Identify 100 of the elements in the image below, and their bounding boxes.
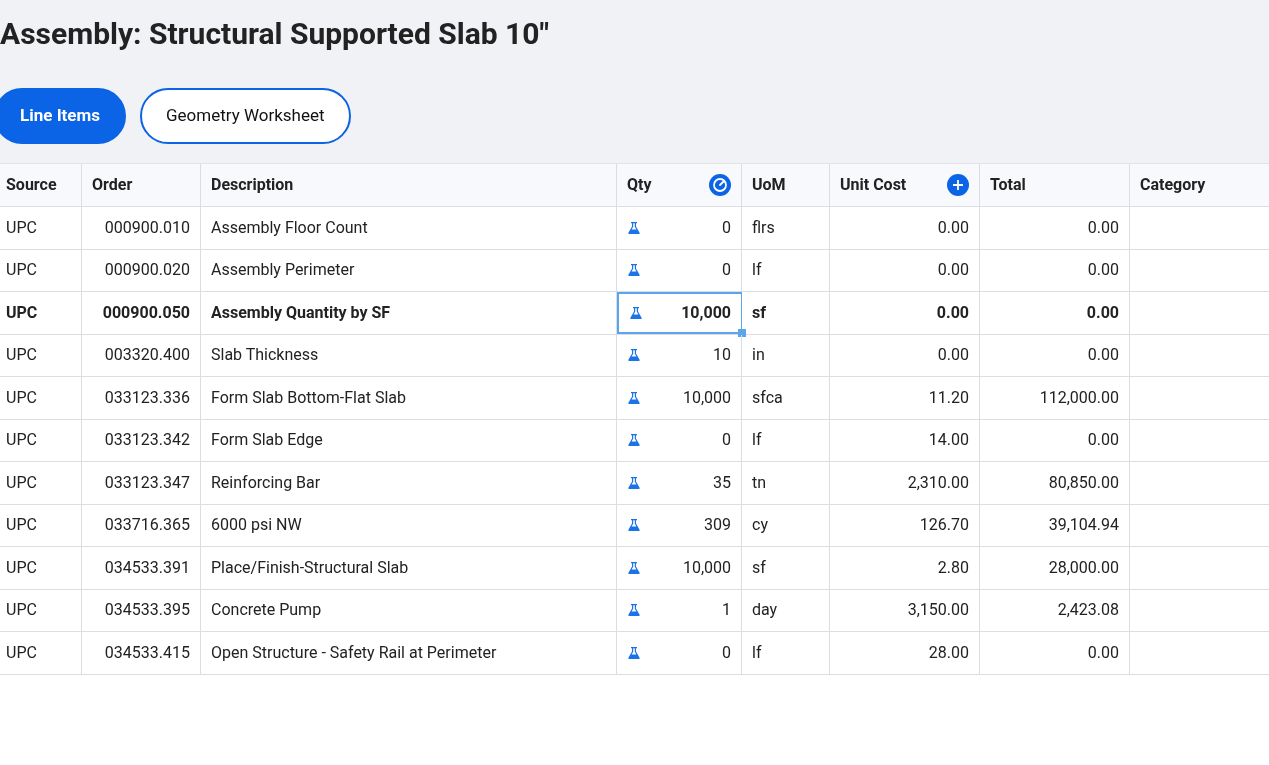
- table-cell-text: 0.00: [937, 259, 969, 282]
- table-cell-text: 0.00: [937, 216, 969, 239]
- table-cell-text: 6000 psi NW: [211, 514, 302, 537]
- flask-icon: [627, 645, 641, 660]
- table-cell-text: 034533.395: [104, 599, 190, 622]
- table-cell-text: 0.00: [937, 344, 969, 367]
- table-cell-text: 112,000.00: [1039, 386, 1119, 409]
- table-cell-text: UPC: [6, 471, 37, 494]
- table-cell-text: sfca: [752, 386, 783, 409]
- table-cell-text: 2,423.08: [1057, 599, 1119, 622]
- table-cell-text: 000900.010: [104, 216, 190, 239]
- column-header: Qty: [627, 174, 652, 196]
- table-cell-text: flrs: [752, 216, 775, 239]
- flask-icon: [627, 220, 641, 235]
- table-cell-text: 034533.415: [104, 641, 190, 664]
- table-cell-text: 0.00: [1087, 641, 1119, 664]
- table-cell-text: 0.00: [1087, 344, 1119, 367]
- flask-icon: [627, 475, 641, 490]
- table-cell-text: 033716.365: [104, 514, 190, 537]
- table-cell-text: 033123.336: [104, 386, 190, 409]
- tab[interactable]: Geometry Worksheet: [140, 88, 351, 144]
- gauge-icon[interactable]: [709, 174, 731, 196]
- table-cell-text: Assembly Floor Count: [211, 216, 368, 239]
- column-header: Unit Cost: [840, 174, 907, 196]
- fill-handle[interactable]: [738, 328, 746, 337]
- add-icon[interactable]: [947, 174, 969, 196]
- table-cell-text: 11.20: [928, 386, 969, 409]
- table-cell-text: UPC: [6, 599, 37, 622]
- table-cell-text: 0.00: [1087, 216, 1119, 239]
- table-cell-text: lf: [752, 641, 762, 664]
- table-cell-text: UPC: [6, 216, 37, 239]
- table-cell-text: UPC: [6, 641, 37, 664]
- table-cell-text: 10: [713, 344, 731, 367]
- flask-icon: [627, 560, 641, 575]
- table-cell-text: 0: [722, 259, 731, 282]
- table-cell-text: 033123.347: [104, 471, 190, 494]
- table-cell-text: 14.00: [928, 429, 969, 452]
- table-cell-text: 033123.342: [104, 429, 190, 452]
- column-header: UoM: [752, 174, 786, 196]
- table-cell-text: in: [752, 344, 765, 367]
- table-cell-text: 126.70: [919, 514, 969, 537]
- table-cell-text: 0.00: [1086, 301, 1119, 324]
- table-cell-text: 35: [713, 471, 731, 494]
- table-cell-text: 000900.050: [102, 301, 190, 324]
- table-cell-text: 003320.400: [104, 344, 190, 367]
- column-header: Description: [211, 174, 294, 196]
- table-cell-text: lf: [752, 259, 762, 282]
- table-cell-text: UPC: [6, 259, 37, 282]
- table-cell-text: UPC: [6, 301, 38, 324]
- table-cell-text: sf: [752, 556, 766, 579]
- table-cell-text: 28,000.00: [1048, 556, 1119, 579]
- table-cell-text: Open Structure - Safety Rail at Perimeter: [211, 641, 497, 664]
- flask-icon: [627, 390, 641, 405]
- flask-icon: [627, 348, 641, 363]
- table-cell-text: UPC: [6, 386, 37, 409]
- table-cell-text: 10,000: [682, 386, 731, 409]
- table-cell-text: UPC: [6, 429, 37, 452]
- table-cell-text: UPC: [6, 344, 37, 367]
- table-cell-text: Reinforcing Bar: [211, 471, 321, 494]
- tab[interactable]: Line Items: [0, 88, 126, 144]
- table-cell-text: 0: [722, 641, 731, 664]
- table-cell-text: Slab Thickness: [211, 344, 319, 367]
- table-cell-text: 0: [722, 216, 731, 239]
- flask-icon: [627, 433, 641, 448]
- flask-icon: [627, 263, 641, 278]
- table-cell-text: 034533.391: [104, 556, 190, 579]
- flask-icon: [629, 305, 643, 320]
- table-cell-text: lf: [752, 429, 762, 452]
- table-cell-text: cy: [752, 514, 768, 537]
- column-header: Total: [990, 174, 1026, 196]
- table-cell-text: 0.00: [936, 301, 969, 324]
- table-cell-text: tn: [752, 471, 767, 494]
- table-cell-text: 0.00: [1087, 259, 1119, 282]
- table-cell-text: 1: [722, 599, 731, 622]
- table-cell-text: 2,310.00: [907, 471, 969, 494]
- table-cell-text: Assembly Quantity by SF: [211, 301, 391, 324]
- table-cell-text: Concrete Pump: [211, 599, 322, 622]
- table-cell-text: 80,850.00: [1048, 471, 1119, 494]
- table-cell-text: Form Slab Edge: [211, 429, 323, 452]
- flask-icon: [627, 603, 641, 618]
- table-cell-text: UPC: [6, 556, 37, 579]
- table-cell-text: sf: [752, 301, 766, 324]
- column-header: Order: [92, 174, 133, 196]
- table-cell-text: 309: [704, 514, 731, 537]
- table-cell-text: 0: [722, 429, 731, 452]
- table-cell-text: 3,150.00: [907, 599, 969, 622]
- table-cell-text: Form Slab Bottom-Flat Slab: [211, 386, 406, 409]
- table-cell-text: 10,000: [681, 301, 731, 324]
- flask-icon: [627, 518, 641, 533]
- table-cell-text: Place/Finish-Structural Slab: [211, 556, 409, 579]
- table-cell-text: Assembly Perimeter: [211, 259, 355, 282]
- table-cell-text: 000900.020: [104, 259, 190, 282]
- table-cell-text: 10,000: [682, 556, 731, 579]
- page-title: Assembly: Structural Supported Slab 10": [0, 15, 550, 53]
- table-cell-text: 0.00: [1087, 429, 1119, 452]
- table-cell-text: 2.80: [937, 556, 969, 579]
- column-header: Category: [1140, 174, 1206, 196]
- table-cell-text: day: [752, 599, 778, 622]
- column-header: Source: [6, 174, 57, 196]
- table-cell-text: 39,104.94: [1048, 514, 1119, 537]
